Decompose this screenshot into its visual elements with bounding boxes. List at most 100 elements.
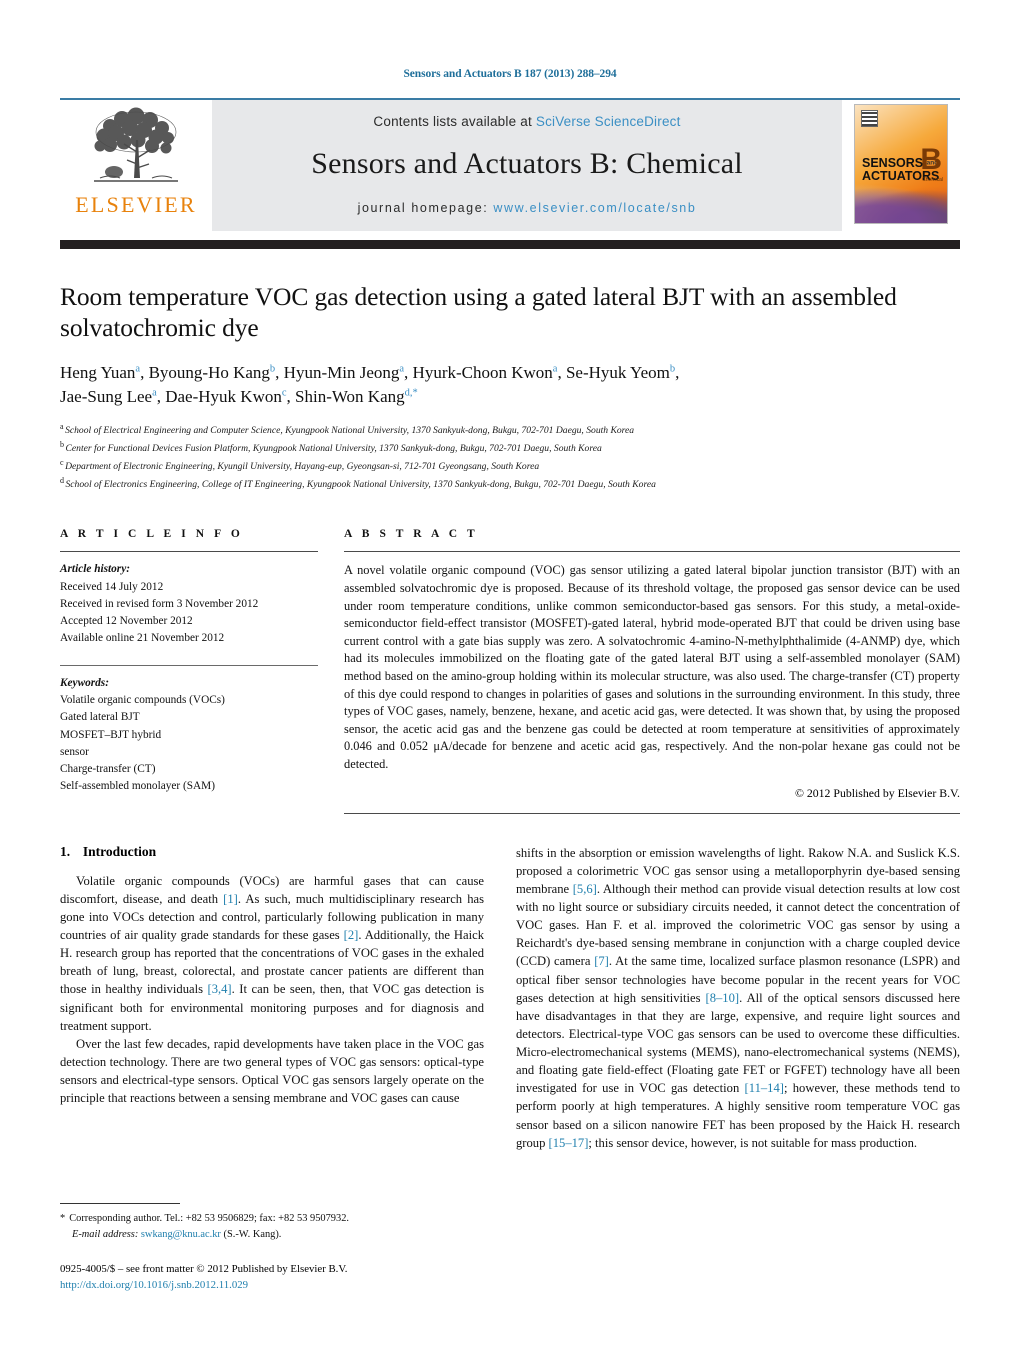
article-history-block: Article history: Received 14 July 2012 R… [60, 561, 344, 647]
affiliation-item: d School of Electronics Engineering, Coll… [60, 475, 960, 493]
section-number: 1. [60, 843, 71, 859]
author-affiliation-mark: d,* [404, 387, 418, 399]
author-separator: , [140, 363, 149, 383]
article-info-column: A R T I C L E I N F O Article history: R… [60, 528, 344, 813]
article-info-heading: A R T I C L E I N F O [60, 528, 244, 541]
info-abstract-section: A R T I C L E I N F O Article history: R… [60, 528, 960, 814]
keyword-item: Gated lateral BJT [60, 711, 140, 724]
section-title: Introduction [82, 843, 157, 859]
journal-homepage-line: journal homepage: www.elsevier.com/locat… [358, 201, 697, 215]
elsevier-tree-icon [94, 107, 178, 182]
homepage-prefix: journal homepage: [357, 201, 494, 215]
contents-list-line: Contents lists available at SciVerse Sci… [373, 114, 680, 129]
journal-cover-image: SENSORS and ACTUATORS B Chemical [854, 104, 948, 224]
qr-code-icon [861, 110, 878, 127]
cover-letter-subtitle: Chemical [922, 177, 943, 183]
page-footnote: * Corresponding author. Tel.: +82 53 9506… [60, 1203, 484, 1293]
author-separator: , [557, 363, 566, 383]
author-item: Jae-Sung Leea, [60, 387, 165, 406]
affiliation-mark: c [60, 457, 64, 467]
affiliation-text: Department of Electronic Engineering, Ky… [65, 461, 540, 473]
citation-reference[interactable]: [8–10] [706, 991, 740, 1005]
abstract-heading: A B S T R A C T [344, 528, 479, 541]
corresponding-email-link[interactable]: swkang@knu.ac.kr [141, 1229, 221, 1240]
affiliation-text: School of Electrical Engineering and Com… [65, 425, 635, 437]
keywords-label: Keywords: [60, 677, 109, 690]
citation-reference[interactable]: [5,6] [573, 882, 597, 896]
author-item: Hyun-Min Jeonga, [284, 363, 413, 382]
journal-homepage-url[interactable]: www.elsevier.com/locate/snb [493, 201, 696, 215]
author-name: Se-Hyuk Yeom [565, 363, 670, 383]
article-history-label: Article history: [60, 563, 130, 576]
author-separator: , [675, 363, 680, 383]
affiliation-item: c Department of Electronic Engineering, K… [60, 457, 960, 475]
corresponding-author-note: * Corresponding author. Tel.: +82 53 9506… [60, 1211, 484, 1242]
author-item: Se-Hyuk Yeomb, [566, 363, 679, 382]
abstract-column: A B S T R A C T A novel volatile organic… [344, 528, 960, 814]
author-name: Heng Yuan [60, 363, 136, 383]
elsevier-wordmark: ELSEVIER [75, 192, 197, 217]
email-suffix: (S.-W. Kang). [223, 1229, 282, 1241]
footnote-marker: * [60, 1213, 66, 1225]
journal-cover-block: SENSORS and ACTUATORS B Chemical [842, 100, 960, 231]
author-list: Heng Yuana, Byoung-Ho Kangb, Hyun-Min Je… [60, 361, 960, 409]
history-item: Received 14 July 2012 [60, 580, 164, 593]
keyword-item: Volatile organic compounds (VOCs) [60, 694, 225, 707]
affiliation-mark: d [60, 475, 64, 485]
author-separator: , [156, 387, 166, 407]
citation-reference[interactable]: [11–14] [745, 1081, 784, 1095]
citation-reference[interactable]: [15–17] [549, 1136, 589, 1150]
sciencedirect-link[interactable]: SciVerse ScienceDirect [536, 114, 681, 129]
contents-prefix: Contents lists available at [373, 114, 536, 129]
citation-reference[interactable]: [3,4] [208, 982, 232, 996]
author-name: Shin-Won Kang [295, 387, 405, 407]
cover-artwork [855, 183, 947, 223]
keyword-item: MOSFET–BJT hybrid [60, 728, 162, 741]
author-name: Hyurk-Choon Kwon [412, 363, 553, 383]
affiliation-mark: b [60, 440, 64, 450]
author-name: Jae-Sung Lee [60, 387, 153, 407]
keyword-item: Charge-transfer (CT) [60, 762, 156, 775]
author-item: Byoung-Ho Kangb, [149, 363, 284, 382]
author-item: Shin-Won Kangd,* [295, 387, 418, 406]
author-separator: , [404, 363, 413, 383]
author-separator: , [286, 387, 296, 407]
affiliation-item: a School of Electrical Engineering and Co… [60, 421, 960, 439]
issn-text: 0925-4005/$ – see front matter © 2012 Pu… [60, 1262, 348, 1275]
history-item: Available online 21 November 2012 [60, 631, 225, 644]
citation-reference[interactable]: [1] [223, 892, 238, 906]
abstract-rule [344, 551, 960, 553]
body-column-left: 1. Introduction Volatile organic compoun… [60, 844, 484, 1152]
corresponding-author-text: Corresponding author. Tel.: +82 53 95068… [69, 1213, 349, 1225]
cover-letter-b: B [920, 143, 942, 176]
running-head: Sensors and Actuators B 187 (2013) 288–2… [403, 68, 617, 80]
author-name: Hyun-Min Jeong [283, 363, 400, 383]
email-label: E-mail address: [72, 1229, 139, 1241]
paragraph: Volatile organic compounds (VOCs) are ha… [60, 873, 484, 1033]
masthead-divider-bar [60, 240, 960, 249]
doi-link[interactable]: http://dx.doi.org/10.1016/j.snb.2012.11.… [60, 1279, 248, 1291]
citation-reference[interactable]: [7] [594, 954, 609, 968]
affiliation-item: b Center for Functional Devices Fusion Pl… [60, 439, 960, 457]
author-item: Dae-Hyuk Kwonc, [165, 387, 295, 406]
paragraph: shifts in the absorption or emission wav… [516, 845, 961, 1150]
journal-masthead: ELSEVIER Contents lists available at Sci… [60, 98, 960, 231]
cover-sensors-text: SENSORS [862, 156, 924, 170]
page-title: Room temperature VOC gas detection using… [60, 282, 897, 343]
paragraph: Over the last few decades, rapid develop… [60, 1036, 484, 1106]
abstract-text: A novel volatile organic compound (VOC) … [344, 563, 960, 772]
body-column-right: shifts in the absorption or emission wav… [516, 844, 960, 1152]
author-item: Heng Yuana, [60, 363, 149, 382]
history-item: Accepted 12 November 2012 [60, 614, 193, 627]
citation-reference[interactable]: [2] [344, 928, 359, 942]
body-columns: 1. Introduction Volatile organic compoun… [60, 844, 960, 1152]
abstract-bottom-rule [344, 812, 960, 814]
journal-banner: Contents lists available at SciVerse Sci… [212, 100, 842, 231]
article-page: Sensors and Actuators B 187 (2013) 288–2… [0, 0, 1020, 1351]
article-info-rule [60, 551, 318, 553]
keywords-block: Keywords: Volatile organic compounds (VO… [60, 675, 344, 795]
author-separator: , [275, 363, 284, 383]
keyword-item: Self-assembled monolayer (SAM) [60, 780, 215, 793]
keyword-item: sensor [60, 745, 89, 758]
abstract-copyright: © 2012 Published by Elsevier B.V. [794, 785, 960, 800]
